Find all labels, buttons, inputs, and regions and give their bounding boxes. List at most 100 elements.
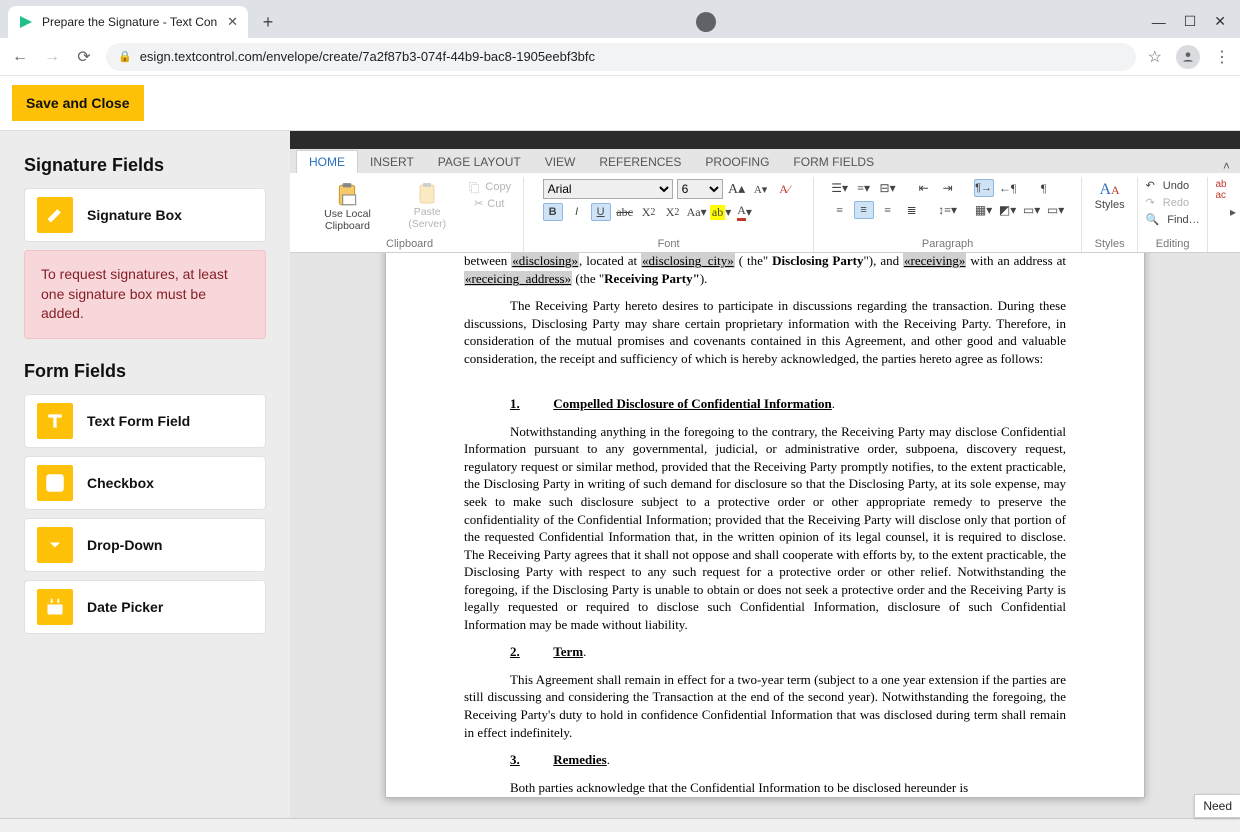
outdent-button[interactable]: ⇤: [914, 179, 934, 197]
redo-button[interactable]: ↷Redo: [1146, 196, 1190, 209]
forward-icon[interactable]: →: [42, 48, 62, 66]
ribbon-tab-page-layout[interactable]: PAGE LAYOUT: [426, 151, 533, 173]
doc-section-heading: 1. Compelled Disclosure of Confidential …: [464, 395, 1066, 413]
styles-group-label: Styles: [1090, 237, 1129, 252]
back-icon[interactable]: ←: [10, 48, 30, 66]
browser-tab[interactable]: Prepare the Signature - Text Con ✕: [8, 6, 248, 38]
editor-pane: HOME INSERT PAGE LAYOUT VIEW REFERENCES …: [290, 131, 1240, 818]
underline-button[interactable]: U: [591, 203, 611, 221]
document-canvas[interactable]: between «disclosing», located at «disclo…: [290, 253, 1240, 818]
ribbon-collapse-icon[interactable]: ˄: [1213, 159, 1240, 173]
browser-address-bar: ← → ⟳ 🔒 esign.textcontrol.com/envelope/c…: [0, 38, 1240, 76]
url-field[interactable]: 🔒 esign.textcontrol.com/envelope/create/…: [106, 43, 1136, 71]
justify-button[interactable]: ≣: [902, 201, 922, 219]
sidebar: Signature Fields Signature Box To reques…: [0, 131, 290, 818]
change-case-button[interactable]: Aa▾: [687, 203, 707, 221]
superscript-button[interactable]: X2: [663, 203, 683, 221]
copy-button[interactable]: Copy: [463, 179, 515, 195]
save-and-close-button[interactable]: Save and Close: [12, 85, 144, 121]
indent-button[interactable]: ⇥: [938, 179, 958, 197]
dropdown-field-card[interactable]: Drop-Down: [24, 518, 266, 572]
checkbox-field-label: Checkbox: [87, 475, 154, 491]
datepicker-field-label: Date Picker: [87, 599, 163, 615]
ribbon-tab-home[interactable]: HOME: [296, 150, 358, 173]
ribbon-tab-insert[interactable]: INSERT: [358, 151, 426, 173]
horizontal-scrollbar[interactable]: [0, 818, 1240, 832]
bullets-button[interactable]: ☰▾: [830, 179, 850, 197]
ribbon-tab-references[interactable]: REFERENCES: [587, 151, 693, 173]
frame-color-button[interactable]: ◩▾: [998, 201, 1018, 219]
ribbon-tab-form-fields[interactable]: FORM FIELDS: [781, 151, 886, 173]
line-spacing-button[interactable]: ↕≡▾: [938, 201, 958, 219]
find-button[interactable]: 🔍Find…: [1146, 213, 1200, 226]
star-icon[interactable]: ☆: [1148, 47, 1162, 67]
ribbon: Use Local Clipboard Paste (Server) Copy …: [290, 173, 1240, 253]
datepicker-field-card[interactable]: Date Picker: [24, 580, 266, 634]
align-left-button[interactable]: ≡: [830, 201, 850, 219]
shrink-font-button[interactable]: A▾: [751, 180, 771, 198]
window-controls: — ☐ ✕: [1138, 13, 1240, 38]
dropdown-field-label: Drop-Down: [87, 537, 162, 553]
use-local-clipboard-button[interactable]: Use Local Clipboard: [304, 179, 391, 234]
italic-button[interactable]: I: [567, 203, 587, 221]
text-field-icon: [37, 403, 73, 439]
signature-box-label: Signature Box: [87, 207, 182, 223]
signature-box-card[interactable]: Signature Box: [24, 188, 266, 242]
bold-button[interactable]: B: [543, 203, 563, 221]
lock-icon: 🔒: [118, 50, 132, 63]
strike-button[interactable]: abc: [615, 203, 635, 221]
ribbon-tab-view[interactable]: VIEW: [533, 151, 588, 173]
highlight-button[interactable]: ab▾: [711, 203, 731, 221]
show-marks-button[interactable]: ¶: [1034, 179, 1054, 197]
doc-paragraph: between «disclosing», located at «disclo…: [464, 253, 1066, 287]
cut-button[interactable]: ✂Cut: [463, 197, 515, 211]
close-window-icon[interactable]: ✕: [1214, 13, 1226, 30]
paragraph-group-label: Paragraph: [822, 237, 1073, 252]
form-fields-heading: Form Fields: [24, 361, 266, 382]
ribbon-tabs: HOME INSERT PAGE LAYOUT VIEW REFERENCES …: [290, 149, 1240, 173]
borders-button[interactable]: ▭▾: [1022, 201, 1042, 219]
align-right-button[interactable]: ≡: [878, 201, 898, 219]
tab-title: Prepare the Signature - Text Con: [42, 15, 219, 29]
downloads-icon[interactable]: [696, 12, 716, 32]
new-tab-button[interactable]: +: [254, 8, 282, 36]
clipboard-group-label: Clipboard: [304, 237, 515, 252]
reload-icon[interactable]: ⟳: [74, 47, 94, 67]
maximize-icon[interactable]: ☐: [1184, 13, 1197, 30]
minimize-icon[interactable]: —: [1152, 14, 1166, 30]
border-style-button[interactable]: ▭▾: [1046, 201, 1066, 219]
numbering-button[interactable]: ≡▾: [854, 179, 874, 197]
rtl-button[interactable]: ←¶: [998, 179, 1018, 197]
signature-required-alert: To request signatures, at least one sign…: [24, 250, 266, 339]
kebab-menu-icon[interactable]: ⋮: [1214, 47, 1230, 67]
grow-font-button[interactable]: A▴: [727, 180, 747, 198]
ribbon-overflow-icon[interactable]: ▸: [1230, 205, 1236, 219]
merge-field[interactable]: «receiving»: [903, 253, 966, 268]
close-tab-icon[interactable]: ✕: [227, 14, 238, 30]
doc-section-heading: 3. Remedies.: [464, 751, 1066, 769]
checkbox-field-card[interactable]: Checkbox: [24, 456, 266, 510]
styles-button[interactable]: AA Styles: [1088, 179, 1132, 213]
ribbon-tab-proofing[interactable]: PROOFING: [693, 151, 781, 173]
font-family-select[interactable]: Arial: [543, 179, 673, 199]
align-center-button[interactable]: ≡: [854, 201, 874, 219]
help-widget[interactable]: Need: [1194, 794, 1240, 818]
merge-field[interactable]: «disclosing»: [511, 253, 579, 268]
editor-chrome-strip: [290, 131, 1240, 149]
favicon-icon: [18, 14, 34, 30]
font-size-select[interactable]: 6: [677, 179, 723, 199]
ltr-button[interactable]: ¶→: [974, 179, 994, 197]
font-color-button[interactable]: A▾: [735, 203, 755, 221]
replace-abc-icon[interactable]: abac: [1216, 179, 1227, 201]
profile-avatar-icon[interactable]: [1176, 45, 1200, 69]
merge-field[interactable]: «disclosing_city»: [641, 253, 735, 268]
merge-field[interactable]: «receicing_address»: [464, 271, 572, 286]
clear-format-button[interactable]: A⁄: [775, 180, 795, 198]
undo-button[interactable]: ↶Undo: [1146, 179, 1190, 192]
subscript-button[interactable]: X2: [639, 203, 659, 221]
text-form-field-card[interactable]: Text Form Field: [24, 394, 266, 448]
paste-server-button[interactable]: Paste (Server): [395, 179, 459, 232]
multilevel-button[interactable]: ⊟▾: [878, 179, 898, 197]
redo-icon: ↷: [1146, 196, 1155, 209]
shading-button[interactable]: ▦▾: [974, 201, 994, 219]
